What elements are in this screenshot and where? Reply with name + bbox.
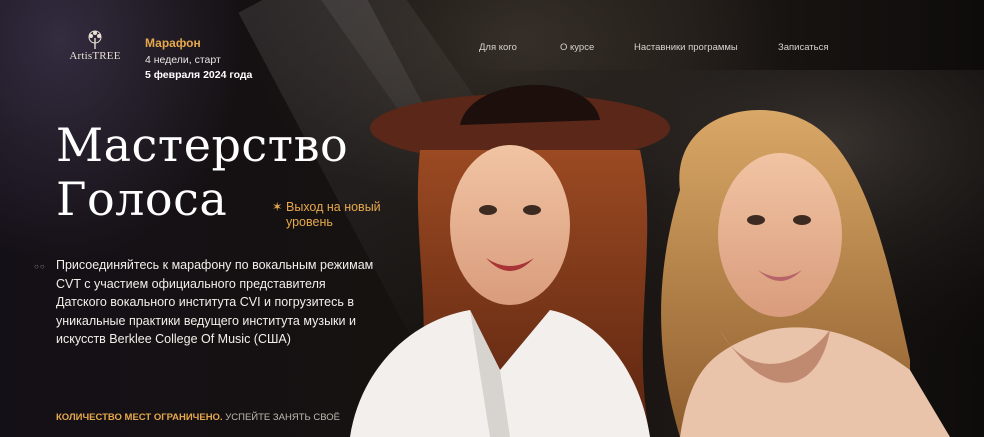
hero-title-line2: Голоса: [56, 172, 228, 226]
marathon-date: 5 февраля 2024 года: [145, 69, 253, 81]
hero-tagline: ✶ Выход на новый уровень: [272, 200, 406, 230]
hero-title-line1: Мастерство: [56, 118, 349, 172]
hero-photo: [350, 70, 984, 437]
hero-description: Присоединяйтесь к марафону по вокальным …: [56, 258, 374, 346]
nav-link-signup[interactable]: Записаться: [778, 42, 829, 53]
dots-icon: ○○: [34, 262, 46, 271]
page: ArtisTREE Марафон 4 недели, старт 5 февр…: [0, 0, 984, 437]
nav-link-about[interactable]: О курсе: [560, 42, 594, 53]
tagline-text: Выход на новый уровень: [286, 200, 381, 229]
top-nav: Для кого О курсе Наставники программы За…: [0, 42, 984, 56]
nav-link-mentors[interactable]: Наставники программы: [634, 42, 738, 53]
cta-limited-seats[interactable]: КОЛИЧЕСТВО МЕСТ ОГРАНИЧЕНО. УСПЕЙТЕ ЗАНЯ…: [56, 412, 340, 423]
star-icon: ✶: [272, 200, 283, 214]
cta-bold-text: КОЛИЧЕСТВО МЕСТ ОГРАНИЧЕНО.: [56, 412, 223, 423]
cta-rest-text: УСПЕЙТЕ ЗАНЯТЬ СВОЁ: [222, 412, 340, 423]
nav-link-for-whom[interactable]: Для кого: [479, 42, 517, 53]
